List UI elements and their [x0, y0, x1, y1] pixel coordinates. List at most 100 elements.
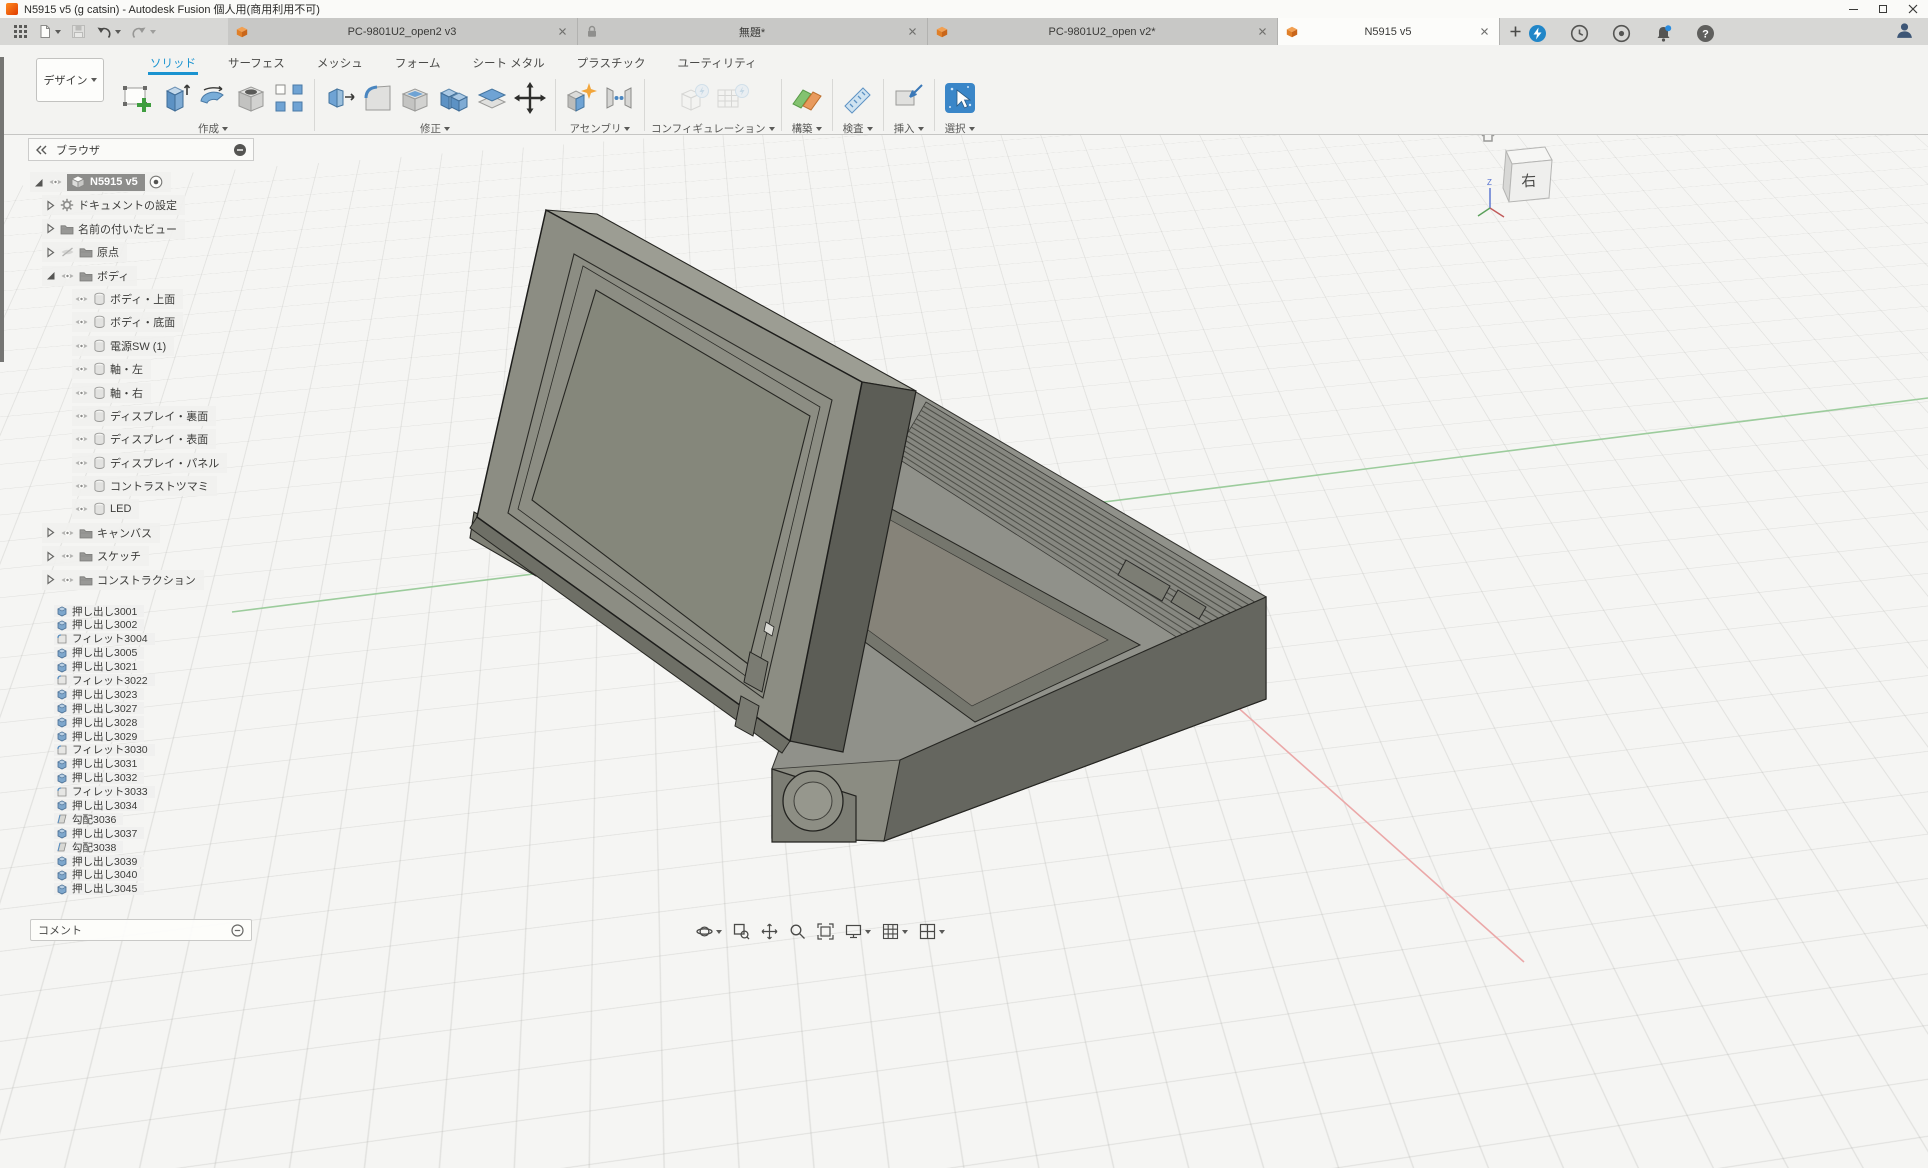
eye-visible-icon[interactable] — [60, 271, 75, 281]
browser-row[interactable]: 原点 — [42, 242, 127, 262]
eye-visible-icon[interactable] — [74, 341, 89, 351]
feature-row[interactable]: 押し出し3028 — [54, 716, 144, 728]
eye-visible-icon[interactable] — [60, 551, 75, 561]
browser-row[interactable]: LED — [72, 499, 139, 519]
expand-closed-icon[interactable] — [44, 527, 56, 538]
maximize-button[interactable] — [1868, 0, 1898, 18]
feature-row[interactable]: 押し出し3023 — [54, 688, 144, 700]
sketch-create-button[interactable] — [118, 78, 156, 118]
feature-row[interactable]: 押し出し3034 — [54, 799, 144, 811]
joint-button[interactable] — [600, 78, 638, 118]
browser-row[interactable]: キャンバス — [42, 523, 160, 543]
eye-visible-icon[interactable] — [74, 294, 89, 304]
group-label[interactable]: 作成 — [198, 121, 228, 136]
browser-header[interactable]: ブラウザ — [28, 138, 254, 161]
insert-canvas-button[interactable] — [890, 78, 928, 118]
help-button[interactable]: ? — [1693, 22, 1718, 45]
eye-visible-icon[interactable] — [48, 177, 63, 187]
profile-button[interactable] — [1895, 21, 1914, 45]
rect-pattern-button[interactable] — [270, 78, 308, 118]
redo-button[interactable] — [128, 23, 159, 41]
feature-row[interactable]: 勾配3038 — [54, 841, 123, 853]
eye-visible-icon[interactable] — [74, 504, 89, 514]
pan-button[interactable] — [759, 922, 780, 941]
feature-row[interactable]: 押し出し3039 — [54, 855, 144, 867]
eye-visible-icon[interactable] — [74, 458, 89, 468]
app-grid-button[interactable] — [10, 22, 31, 41]
eye-hidden-icon[interactable] — [60, 247, 75, 257]
extensions-button[interactable] — [1525, 22, 1550, 45]
orbit-button[interactable] — [694, 922, 724, 941]
tab-close-button[interactable] — [1478, 25, 1491, 38]
workspace-selector[interactable]: デザイン — [36, 58, 104, 102]
browser-row[interactable]: コントラストツマミ — [72, 476, 217, 496]
browser-row[interactable]: 名前の付いたビュー — [42, 219, 185, 239]
browser-row[interactable]: スケッチ — [42, 546, 149, 566]
revolve-button[interactable] — [194, 78, 232, 118]
job-status-button[interactable] — [1567, 22, 1592, 45]
feature-row[interactable]: 押し出し3040 — [54, 869, 144, 881]
feature-row[interactable]: 押し出し3002 — [54, 619, 144, 631]
configure-button[interactable] — [675, 78, 713, 118]
grid-settings-button[interactable] — [880, 922, 910, 941]
ribbon-tab-メッシュ[interactable]: メッシュ — [315, 53, 365, 75]
config-table-button[interactable] — [713, 78, 751, 118]
ribbon-tab-ユーティリティ[interactable]: ユーティリティ — [675, 53, 758, 75]
feature-row[interactable]: 押し出し3005 — [54, 647, 144, 659]
save-button[interactable] — [68, 22, 89, 41]
tab-close-button[interactable] — [1256, 25, 1269, 38]
collapse-left-icon[interactable] — [35, 144, 48, 156]
document-tab[interactable]: PC-9801U2_open v2* — [928, 18, 1278, 45]
comment-collapse-icon[interactable] — [231, 924, 244, 937]
view-cube[interactable]: 右 Z — [1474, 120, 1566, 224]
group-label[interactable]: 選択 — [945, 121, 975, 136]
document-tab[interactable]: PC-9801U2_open2 v3 — [228, 18, 578, 45]
select-tool-button[interactable] — [941, 78, 979, 118]
feature-row[interactable]: 押し出し3021 — [54, 661, 144, 673]
combine-button[interactable] — [435, 78, 473, 118]
tab-close-button[interactable] — [556, 25, 569, 38]
expand-closed-icon[interactable] — [44, 200, 56, 211]
browser-row[interactable]: N5915 v5 — [30, 172, 171, 192]
tab-close-button[interactable] — [906, 25, 919, 38]
browser-row[interactable]: ディスプレイ・裏面 — [72, 406, 216, 426]
undo-button[interactable] — [93, 23, 124, 41]
browser-row[interactable]: ドキュメントの設定 — [42, 195, 185, 215]
document-tab[interactable]: 無題* — [578, 18, 928, 45]
browser-row[interactable]: 軸・右 — [72, 383, 151, 403]
viewports-button[interactable] — [917, 922, 947, 941]
feature-row[interactable]: 押し出し3001 — [54, 605, 144, 617]
shell-button[interactable] — [397, 78, 435, 118]
expand-open-icon[interactable] — [32, 177, 44, 188]
selected-node[interactable]: N5915 v5 — [67, 174, 145, 191]
group-label[interactable]: 検査 — [843, 121, 873, 136]
fit-button[interactable] — [815, 922, 836, 941]
ribbon-tab-プラスチック[interactable]: プラスチック — [575, 53, 648, 75]
browser-row[interactable]: ディスプレイ・パネル — [72, 453, 227, 473]
ribbon-tab-シート メタル[interactable]: シート メタル — [470, 53, 546, 75]
browser-row[interactable]: 電源SW (1) — [72, 336, 174, 356]
fillet-button[interactable] — [359, 78, 397, 118]
feature-row[interactable]: フィレット3033 — [54, 786, 155, 798]
ribbon-tab-ソリッド[interactable]: ソリッド — [148, 53, 198, 75]
eye-visible-icon[interactable] — [74, 317, 89, 327]
feature-row[interactable]: フィレット3030 — [54, 744, 155, 756]
group-label[interactable]: 挿入 — [894, 121, 924, 136]
measure-button[interactable] — [839, 78, 877, 118]
notifications-button[interactable] — [1651, 22, 1676, 45]
expand-closed-icon[interactable] — [44, 247, 56, 258]
eye-visible-icon[interactable] — [60, 528, 75, 538]
expand-closed-icon[interactable] — [44, 574, 56, 585]
construct-plane-button[interactable] — [788, 78, 826, 118]
eye-visible-icon[interactable] — [60, 575, 75, 585]
ribbon-tab-サーフェス[interactable]: サーフェス — [226, 53, 287, 75]
history-button[interactable] — [1609, 22, 1634, 45]
hole-button[interactable] — [232, 78, 270, 118]
browser-row[interactable]: コンストラクション — [42, 570, 204, 590]
close-button[interactable] — [1898, 0, 1928, 18]
browser-row[interactable]: ボディ — [42, 266, 137, 286]
feature-row[interactable]: 勾配3036 — [54, 813, 123, 825]
feature-row[interactable]: フィレット3022 — [54, 674, 155, 686]
ribbon-tab-フォーム[interactable]: フォーム — [393, 53, 443, 75]
expand-closed-icon[interactable] — [44, 223, 56, 234]
